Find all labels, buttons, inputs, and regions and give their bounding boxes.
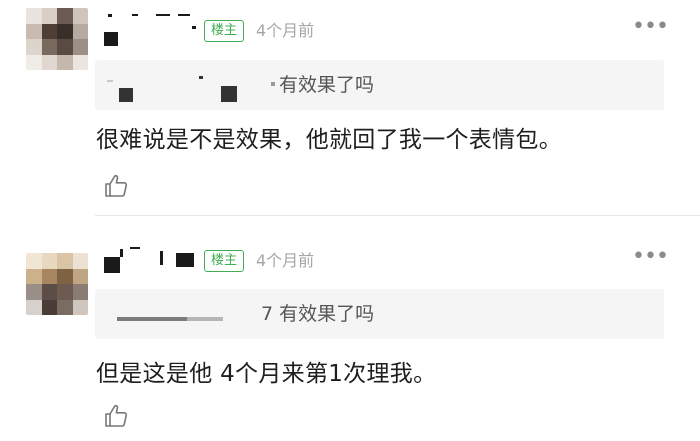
divider (95, 215, 700, 216)
comment-item: 楼主 4个月前 ••• 有效果了吗 很难说是不是效果，他就回了我一个表情包。 (0, 0, 700, 216)
comment-time: 4个月前 (256, 21, 315, 40)
comment-text: 但是这是他 4个月来第1次理我。 (96, 361, 437, 387)
avatar[interactable] (26, 253, 88, 315)
comment-text: 很难说是不是效果，他就回了我一个表情包。 (96, 127, 562, 153)
username-redacted (102, 10, 198, 46)
thumbs-up-icon[interactable] (103, 173, 129, 199)
comment-item: 楼主 4个月前 ••• 7 有效果了吗 但是这是他 4个月来第1次理我。 (0, 217, 700, 441)
op-badge: 楼主 (204, 250, 244, 272)
op-badge: 楼主 (204, 20, 244, 42)
avatar[interactable] (26, 8, 88, 70)
username-redacted (102, 245, 202, 273)
thumbs-up-icon[interactable] (103, 403, 129, 429)
comment-time: 4个月前 (256, 251, 315, 270)
quoted-text: 7 有效果了吗 (261, 303, 375, 325)
more-options-button[interactable]: ••• (632, 16, 669, 42)
more-options-button[interactable]: ••• (632, 246, 669, 272)
quoted-reply[interactable]: 有效果了吗 (95, 60, 664, 110)
quoted-reply[interactable]: 7 有效果了吗 (95, 289, 664, 339)
quoted-text: 有效果了吗 (279, 74, 375, 96)
